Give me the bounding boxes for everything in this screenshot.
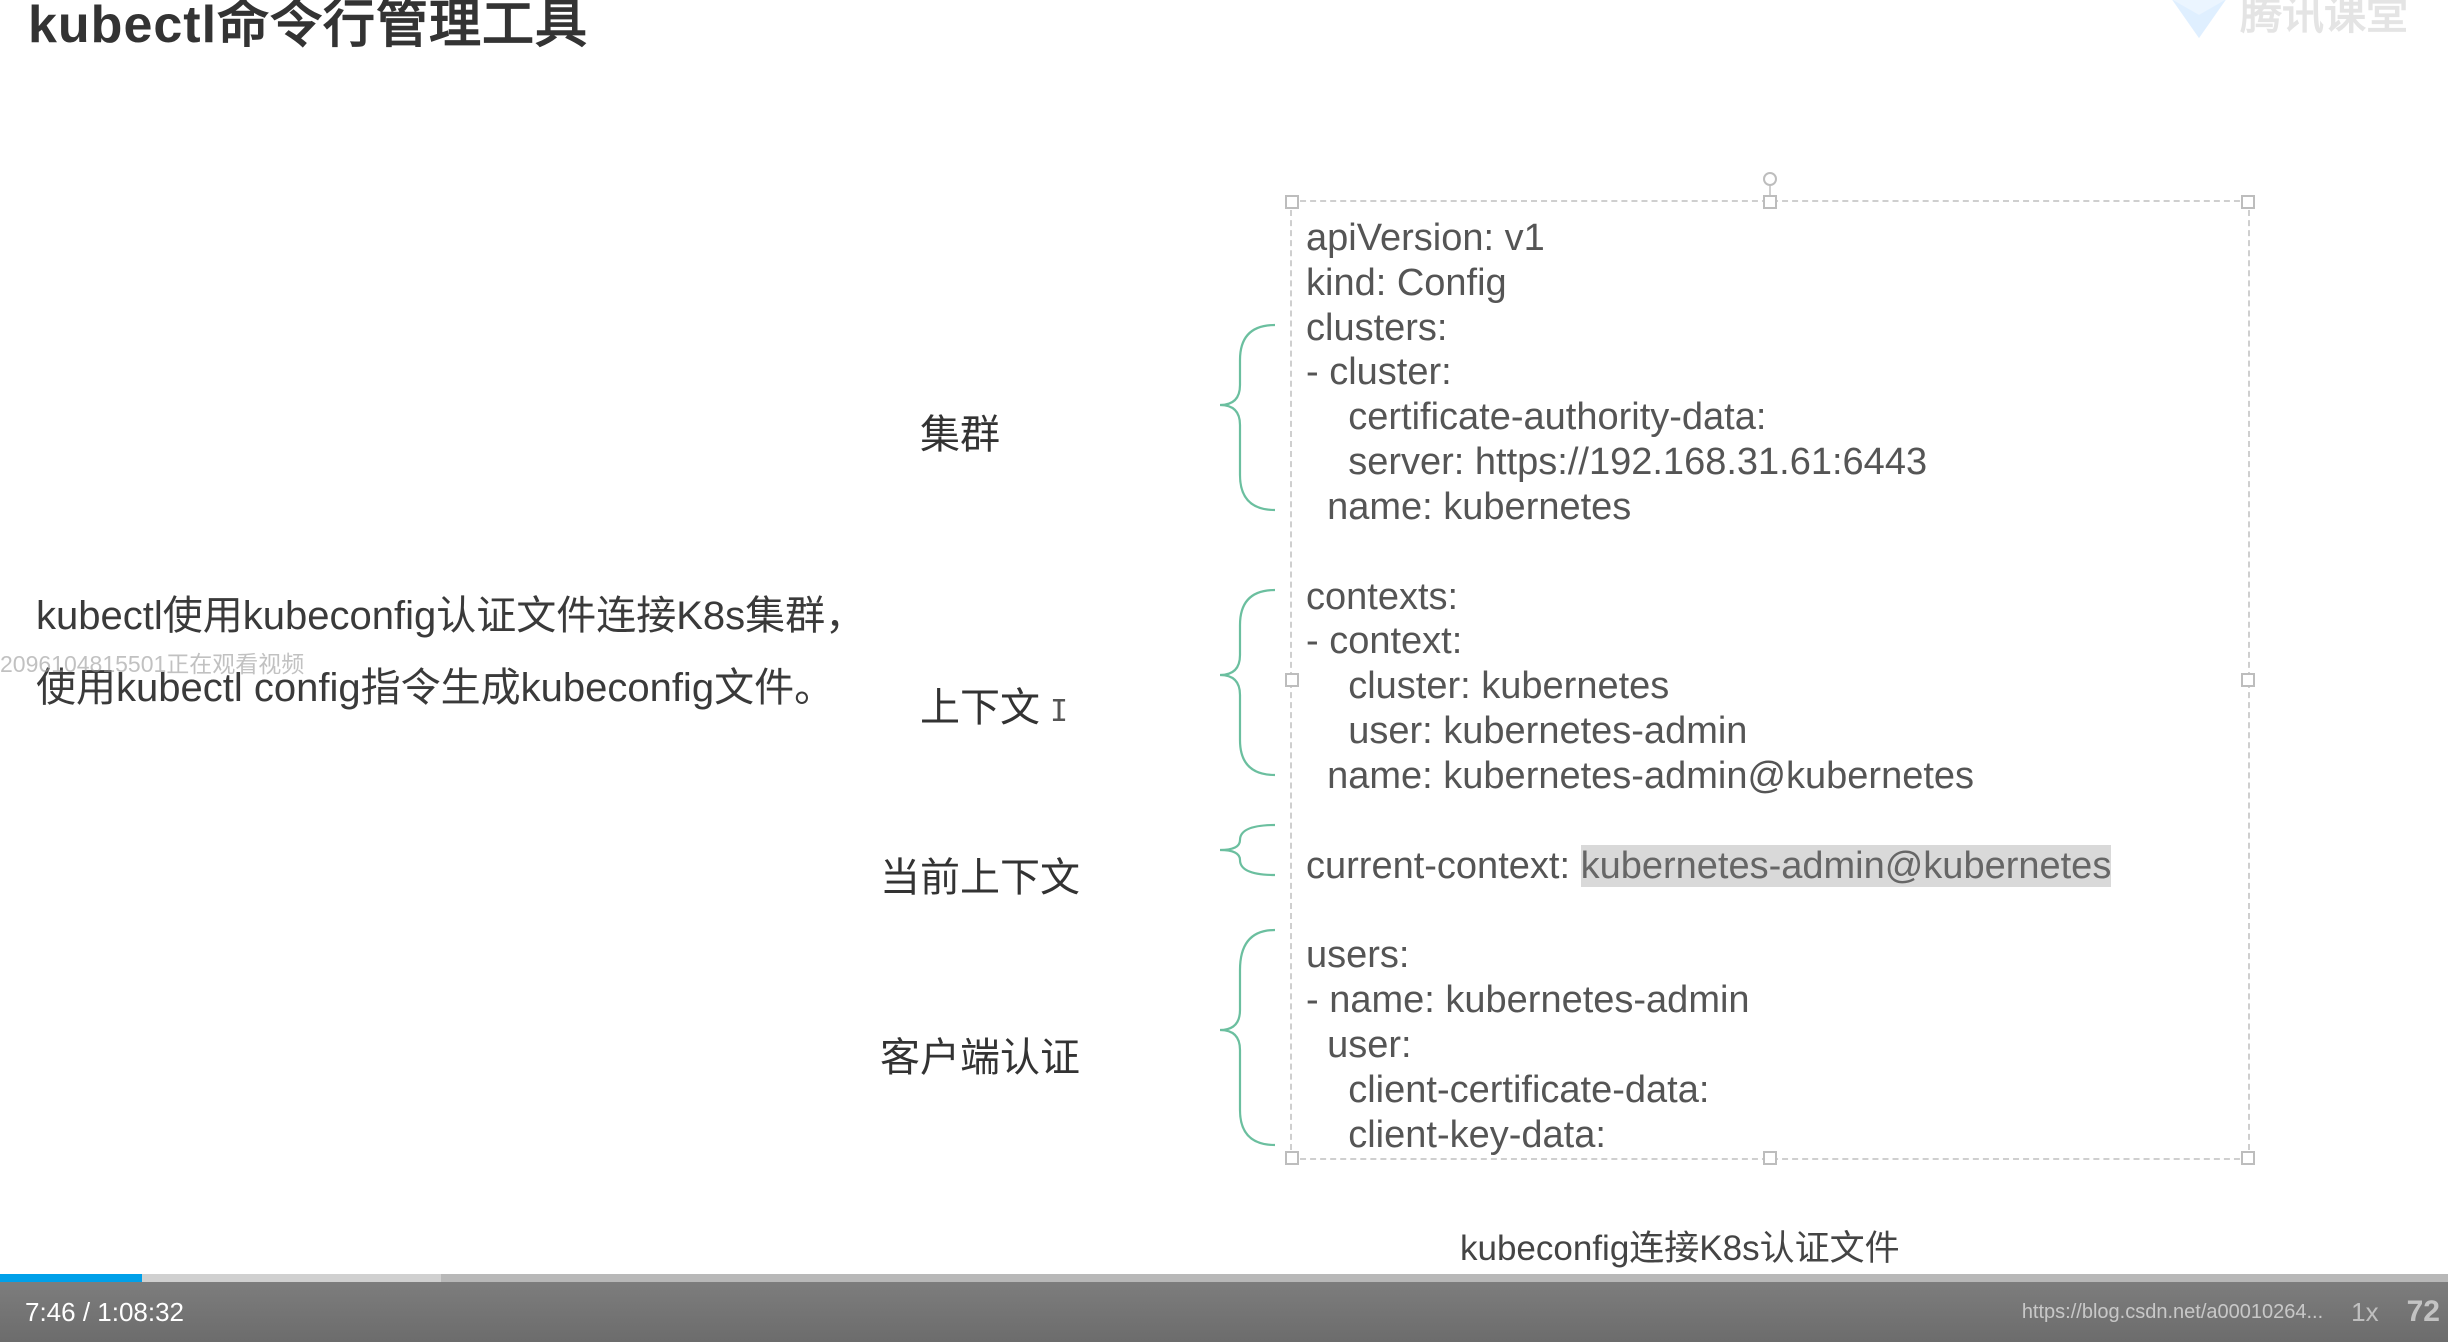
watermark-logo: 腾讯课堂 bbox=[2168, 0, 2408, 42]
playback-speed[interactable]: 1x bbox=[2351, 1297, 2378, 1328]
progress-played bbox=[0, 1274, 142, 1282]
config-textbox[interactable]: apiVersion: v1 kind: Config clusters: - … bbox=[1290, 200, 2250, 1160]
progress-track[interactable] bbox=[0, 1274, 2448, 1282]
resize-handle-br[interactable] bbox=[2241, 1151, 2255, 1165]
resize-handle-tl[interactable] bbox=[1285, 195, 1299, 209]
resize-handle-bl[interactable] bbox=[1285, 1151, 1299, 1165]
highlighted-context-value: kubernetes-admin@kubernetes bbox=[1581, 845, 2112, 887]
label-context: 上下文I bbox=[920, 675, 1068, 733]
player-right-number: 72 bbox=[2407, 1295, 2440, 1329]
rotate-handle[interactable] bbox=[1763, 172, 1777, 186]
resize-handle-mt[interactable] bbox=[1763, 195, 1777, 209]
description-line-1: kubectl使用kubeconfig认证文件连接K8s集群， bbox=[36, 580, 865, 652]
resize-handle-mr[interactable] bbox=[2241, 673, 2255, 687]
brace-connectors bbox=[1180, 210, 1290, 1150]
config-content: apiVersion: v1 kind: Config clusters: - … bbox=[1306, 216, 2111, 1157]
video-player-bar[interactable]: 7:46 / 1:08:32 https://blog.csdn.net/a00… bbox=[0, 1282, 2448, 1342]
config-caption: kubeconfig连接K8s认证文件 bbox=[1460, 1220, 1900, 1271]
label-client-auth: 客户端认证 bbox=[880, 1025, 1080, 1083]
watermark-text: 腾讯课堂 bbox=[2240, 0, 2408, 42]
viewer-overlay: 2096104815501正在观看视频 bbox=[0, 645, 304, 679]
player-right-info: https://blog.csdn.net/a00010264... 1x 72 bbox=[2022, 1295, 2440, 1329]
label-cluster: 集群 bbox=[920, 402, 1000, 460]
label-current-context: 当前上下文 bbox=[880, 845, 1080, 903]
resize-handle-ml[interactable] bbox=[1285, 673, 1299, 687]
playback-time: 7:46 / 1:08:32 bbox=[25, 1297, 184, 1328]
text-cursor-icon: I bbox=[1050, 694, 1068, 729]
source-url-hint: https://blog.csdn.net/a00010264... bbox=[2022, 1301, 2323, 1324]
resize-handle-tr[interactable] bbox=[2241, 195, 2255, 209]
diamond-icon bbox=[2168, 0, 2230, 42]
page-title: kubectl命令行管理工具 bbox=[28, 0, 588, 57]
